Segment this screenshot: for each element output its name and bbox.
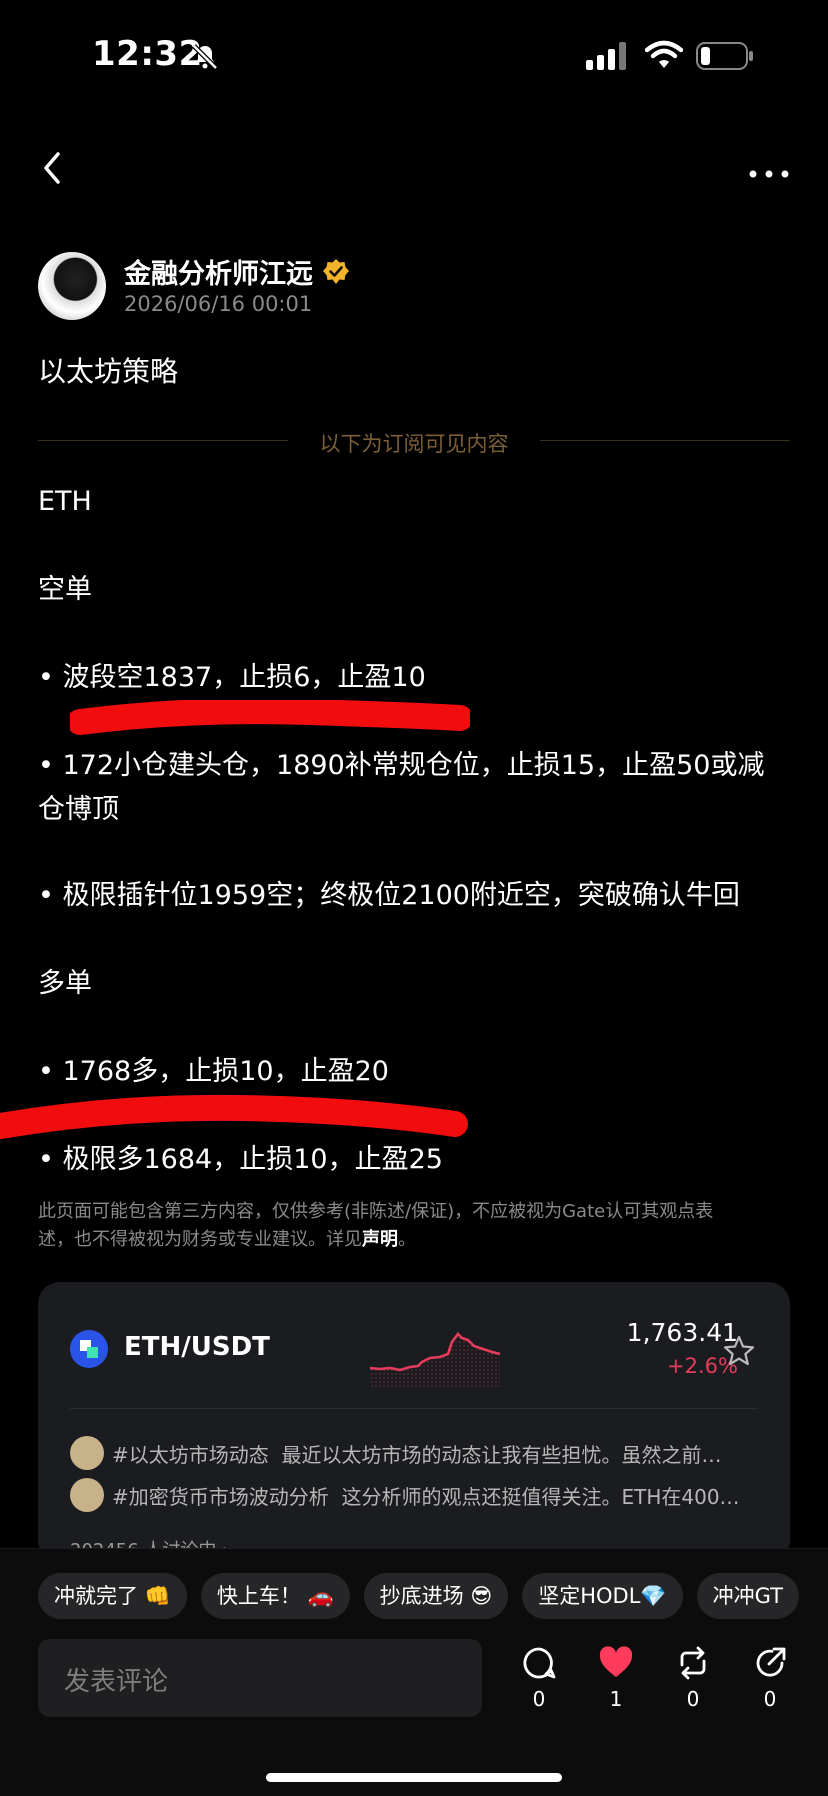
market-card[interactable]: ETH/USDT 1,763.41 +2.6% #以太坊市场动态 最近以太坊市场… — [38, 1282, 790, 1562]
repost-button[interactable]: 0 — [663, 1645, 723, 1725]
post-line-short-3: • 极限插针位1959空；终极位2100附近空，突破确认牛回 — [38, 880, 740, 911]
comment-icon — [523, 1647, 556, 1679]
red-marker-stroke — [0, 1094, 468, 1139]
quick-reply-chip[interactable]: 抄底进场 😎 — [363, 1573, 509, 1619]
reply-tag[interactable]: #加密货币市场波动分析 — [112, 1485, 329, 1509]
post-line-long-heading: 多单 — [38, 968, 92, 999]
subscription-divider: 以下为订阅可见内容 — [38, 428, 790, 458]
share-count: 0 — [763, 1687, 777, 1711]
post-line-short-2: • 172小仓建头仓，1890补常规仓位，止损15，止盈50或减 — [38, 750, 765, 781]
battery-icon — [696, 42, 753, 70]
disclaimer: 此页面可能包含第三方内容，仅供参考(非陈述/保证)，不应被视为Gate认可其观点… — [38, 1198, 778, 1254]
post-line-short-heading: 空单 — [38, 574, 92, 605]
author-header[interactable]: 金融分析师江远 2026/06/16 00:01 — [38, 252, 798, 322]
post-line-short-1: • 波段空1837，止损6，止盈10 — [38, 662, 426, 693]
quick-reply-chip[interactable]: 冲就完了 👊 — [38, 1573, 187, 1619]
more-icon[interactable] — [745, 146, 793, 186]
post-date: 2026/06/16 00:01 — [124, 292, 313, 316]
status-bar: 12:32 — [0, 0, 828, 110]
disclaimer-line1: 此页面可能包含第三方内容，仅供参考(非陈述/保证)，不应被视为Gate认可其观点… — [38, 1201, 714, 1222]
home-indicator[interactable] — [266, 1773, 562, 1782]
disclaimer-link[interactable]: 声明 — [362, 1229, 398, 1250]
disclaimer-line2: 述，也不得被视为财务或专业建议。详见 — [38, 1229, 362, 1250]
share-button[interactable]: 0 — [740, 1645, 800, 1725]
quick-reply-chip[interactable]: 坚定HODL💎 — [522, 1573, 683, 1619]
comment-count: 0 — [532, 1687, 546, 1711]
post-line-eth: ETH — [38, 486, 92, 517]
verified-icon — [323, 259, 349, 284]
heart-icon — [599, 1646, 633, 1677]
avatar[interactable] — [38, 252, 106, 320]
comment-input[interactable]: 发表评论 — [38, 1639, 482, 1717]
reply-item[interactable]: #以太坊市场动态 最近以太坊市场的动态让我有些担忧。虽然之前… — [70, 1436, 760, 1472]
card-divider — [70, 1408, 758, 1409]
status-time: 12:32 — [92, 34, 203, 74]
reply-text: 最近以太坊市场的动态让我有些担忧。虽然之前… — [281, 1443, 722, 1467]
reply-item[interactable]: #加密货币市场波动分析 这分析师的观点还挺值得关注。ETH在400… — [70, 1478, 760, 1514]
repost-count: 0 — [686, 1687, 700, 1711]
bell-slash-icon — [192, 44, 218, 70]
repost-icon — [680, 1646, 706, 1680]
signal-icon — [586, 42, 626, 70]
price-change: +2.6% — [667, 1354, 738, 1378]
price: 1,763.41 — [626, 1318, 738, 1347]
coin-icon — [70, 1330, 108, 1368]
star-icon[interactable] — [722, 1334, 756, 1368]
wifi-icon — [645, 40, 683, 68]
top-nav — [0, 140, 828, 200]
author-name[interactable]: 金融分析师江远 — [124, 252, 313, 291]
avatar — [70, 1436, 104, 1470]
post-line-short-2-cont: 仓博顶 — [38, 794, 119, 825]
red-marker-stroke — [70, 700, 470, 735]
subscription-divider-label: 以下为订阅可见内容 — [319, 432, 509, 456]
avatar — [70, 1478, 104, 1512]
like-count: 1 — [609, 1687, 623, 1711]
quick-reply-chip[interactable]: 冲冲GT — [696, 1573, 799, 1619]
quick-reply-chip[interactable]: 快上车！ 🚗 — [200, 1573, 350, 1619]
reply-text: 这分析师的观点还挺值得关注。ETH在400… — [341, 1485, 740, 1509]
post-title: 以太坊策略 — [38, 355, 179, 388]
reply-tag[interactable]: #以太坊市场动态 — [112, 1443, 269, 1467]
quick-reply-chips: 冲就完了 👊 快上车！ 🚗 抄底进场 😎 坚定HODL💎 冲冲GT — [38, 1573, 828, 1621]
disclaimer-suffix: 。 — [398, 1229, 416, 1250]
comment-placeholder: 发表评论 — [64, 1667, 169, 1697]
post-line-long-1: • 1768多，止损10，止盈20 — [38, 1056, 389, 1087]
back-icon[interactable] — [38, 148, 68, 188]
share-icon — [756, 1647, 786, 1677]
like-button[interactable]: 1 — [586, 1645, 646, 1725]
trading-pair[interactable]: ETH/USDT — [124, 1332, 270, 1362]
bottom-bar: 冲就完了 👊 快上车！ 🚗 抄底进场 😎 坚定HODL💎 冲冲GT 发表评论 0 1 0… — [0, 1548, 828, 1796]
comment-button[interactable]: 0 — [509, 1645, 569, 1725]
price-sparkline — [370, 1332, 501, 1388]
